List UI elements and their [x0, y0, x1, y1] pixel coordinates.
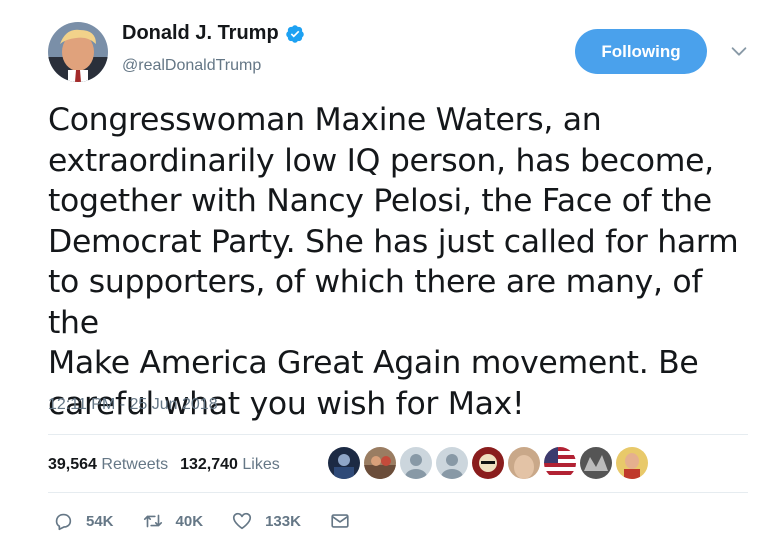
reply-action[interactable]: 54K	[52, 510, 114, 532]
liker-avatar[interactable]	[472, 447, 504, 479]
author-avatar[interactable]	[48, 22, 108, 82]
like-action[interactable]: 133K	[231, 510, 301, 532]
liker-avatar[interactable]	[616, 447, 648, 479]
retweets-count: 39,564	[48, 456, 97, 473]
retweets-stat[interactable]: 39,564 Retweets	[48, 456, 168, 474]
default-egg-avatar[interactable]	[436, 447, 468, 479]
liker-avatar[interactable]	[508, 447, 540, 479]
author-handle[interactable]: @realDonaldTrump	[122, 57, 261, 75]
retweets-label: Retweets	[101, 456, 169, 473]
verified-badge-icon	[285, 24, 304, 43]
heart-icon	[232, 512, 252, 530]
likers-avatars	[328, 447, 648, 479]
divider	[48, 434, 748, 435]
retweet-count: 40K	[175, 512, 204, 530]
reply-icon	[55, 513, 72, 531]
tweet-actions: 54K 40K 133K	[52, 510, 391, 532]
likes-stat[interactable]: 132,740 Likes	[180, 456, 280, 474]
envelope-icon	[331, 514, 349, 528]
tweet-timestamp[interactable]: 12:11 PM - 25 Jun 2018	[48, 396, 218, 414]
tweet-stats: 39,564 Retweets 132,740 Likes	[48, 456, 280, 474]
chevron-down-icon[interactable]	[728, 40, 750, 62]
liker-avatar[interactable]	[364, 447, 396, 479]
retweet-action[interactable]: 40K	[142, 510, 204, 532]
direct-message-action[interactable]	[329, 510, 363, 532]
liker-avatar[interactable]	[580, 447, 612, 479]
likes-count: 132,740	[180, 456, 238, 473]
likes-label: Likes	[242, 456, 280, 473]
author-name[interactable]: Donald J. Trump	[122, 22, 279, 45]
reply-count: 54K	[86, 512, 114, 530]
retweet-icon	[143, 514, 162, 528]
following-button[interactable]: Following	[575, 29, 707, 74]
liker-avatar[interactable]	[328, 447, 360, 479]
default-egg-avatar[interactable]	[400, 447, 432, 479]
tweet-text: Congresswoman Maxine Waters, an extraord…	[48, 102, 739, 422]
author-name-row: Donald J. Trump	[122, 22, 305, 45]
divider	[48, 492, 748, 493]
like-count: 133K	[265, 512, 301, 530]
flag-avatar[interactable]	[544, 447, 576, 479]
